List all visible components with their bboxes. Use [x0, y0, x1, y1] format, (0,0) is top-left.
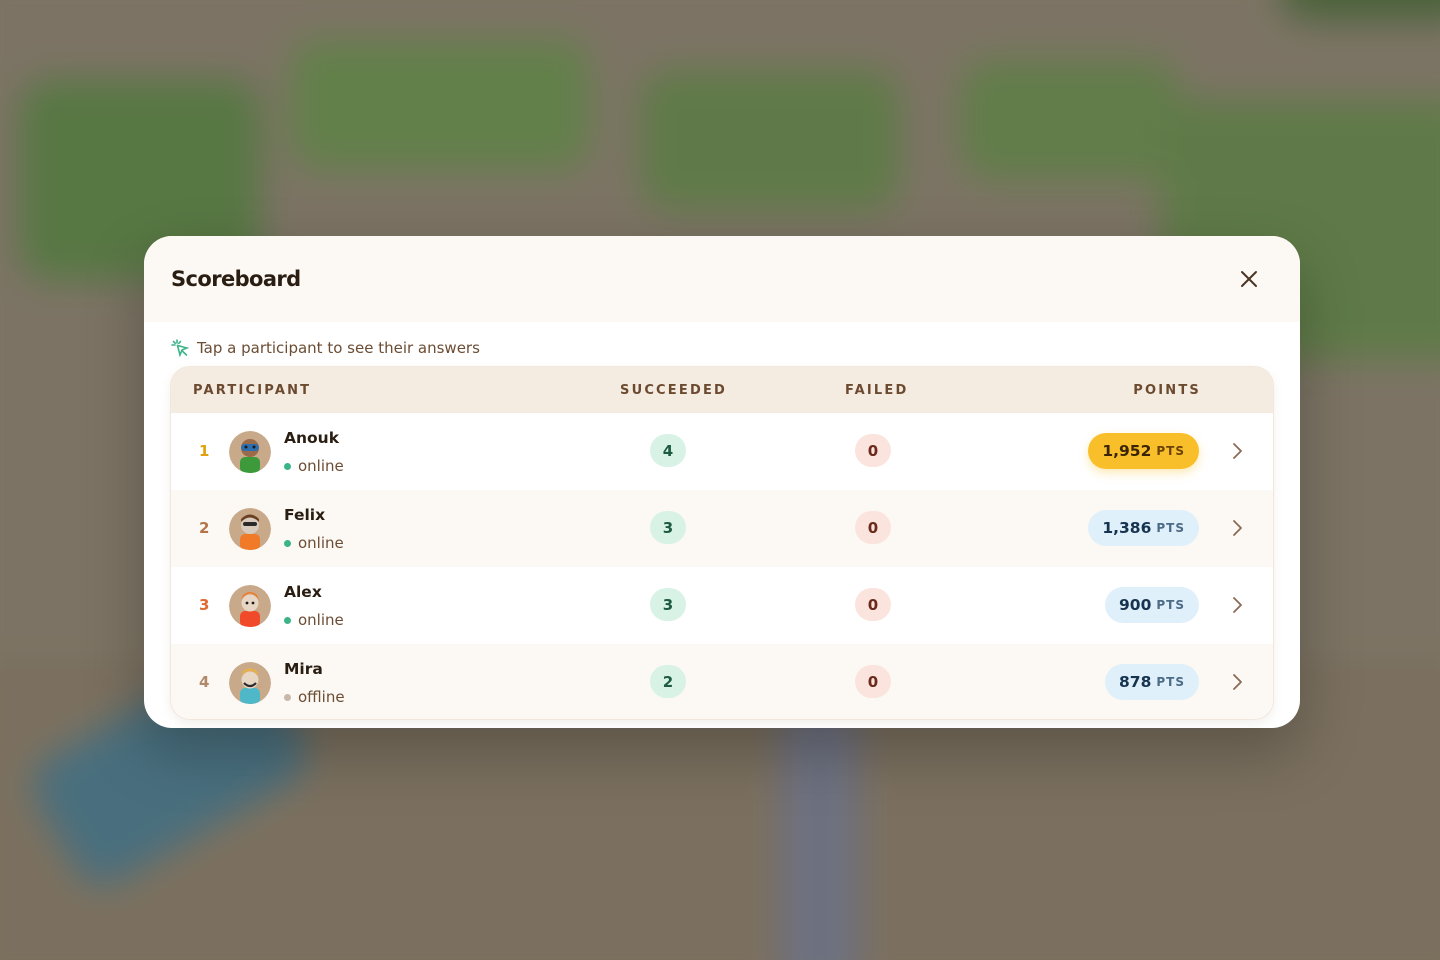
participant-name: Mira	[284, 660, 323, 678]
points-badge: 878 PTS	[1105, 664, 1199, 700]
points-unit: PTS	[1156, 675, 1185, 689]
table-row[interactable]: 2 Felix online 3 0 1,386 PTS	[171, 490, 1273, 567]
status-text: online	[298, 457, 344, 475]
chevron-right-icon[interactable]	[1229, 441, 1245, 461]
sparkle-tap-icon	[171, 339, 189, 357]
table-row[interactable]: 4 Mira offline 2 0 878 PTS	[171, 644, 1273, 719]
modal-title: Scoreboard	[171, 267, 301, 291]
rank-number: 3	[199, 596, 210, 614]
hint-text: Tap a participant to see their answers	[197, 339, 480, 357]
succeeded-count: 3	[650, 588, 686, 621]
failed-count: 0	[855, 511, 891, 544]
succeeded-count: 4	[650, 434, 686, 467]
points-value: 900	[1119, 596, 1152, 614]
online-dot	[284, 462, 291, 470]
chevron-right-icon[interactable]	[1229, 672, 1245, 692]
close-icon	[1241, 271, 1257, 287]
header-succeeded: SUCCEEDED	[620, 383, 728, 398]
failed-count: 0	[855, 588, 891, 621]
offline-dot	[284, 693, 291, 701]
scoreboard-table: PARTICIPANT SUCCEEDED FAILED POINTS 1 An…	[170, 366, 1274, 720]
header-participant: PARTICIPANT	[193, 383, 312, 398]
avatar	[229, 585, 271, 627]
status-text: offline	[298, 688, 345, 706]
avatar	[229, 662, 271, 704]
participant-status: online	[284, 457, 344, 475]
avatar	[229, 431, 271, 473]
points-badge: 900 PTS	[1105, 587, 1199, 623]
failed-count: 0	[855, 434, 891, 467]
points-unit: PTS	[1156, 444, 1185, 458]
points-value: 1,386	[1102, 519, 1152, 537]
participant-status: offline	[284, 688, 345, 706]
table-row[interactable]: 3 Alex online 3 0 900 PTS	[171, 567, 1273, 644]
online-dot	[284, 616, 291, 624]
avatar	[229, 508, 271, 550]
header-failed: FAILED	[845, 383, 909, 398]
succeeded-count: 3	[650, 511, 686, 544]
hint-row: Tap a participant to see their answers	[144, 322, 1300, 364]
scoreboard-modal: Scoreboard Tap a participant to see thei…	[144, 236, 1300, 728]
close-button[interactable]	[1234, 264, 1264, 294]
status-text: online	[298, 611, 344, 629]
table-header: PARTICIPANT SUCCEEDED FAILED POINTS	[171, 367, 1273, 413]
rank-number: 2	[199, 519, 210, 537]
failed-count: 0	[855, 665, 891, 698]
rank-number: 1	[199, 442, 210, 460]
points-value: 1,952	[1102, 442, 1152, 460]
points-unit: PTS	[1156, 521, 1185, 535]
points-badge: 1,386 PTS	[1088, 510, 1199, 546]
points-unit: PTS	[1156, 598, 1185, 612]
rank-number: 4	[199, 673, 210, 691]
points-value: 878	[1119, 673, 1152, 691]
header-points: POINTS	[1133, 383, 1201, 398]
participant-name: Felix	[284, 506, 326, 524]
modal-header: Scoreboard	[144, 236, 1300, 322]
succeeded-count: 2	[650, 665, 686, 698]
chevron-right-icon[interactable]	[1229, 595, 1245, 615]
participant-status: online	[284, 611, 344, 629]
participant-name: Alex	[284, 583, 322, 601]
points-badge: 1,952 PTS	[1088, 433, 1199, 469]
online-dot	[284, 539, 291, 547]
participant-name: Anouk	[284, 429, 340, 447]
chevron-right-icon[interactable]	[1229, 518, 1245, 538]
participant-status: online	[284, 534, 344, 552]
table-row[interactable]: 1 Anouk online 4 0 1,952 PTS	[171, 413, 1273, 490]
status-text: online	[298, 534, 344, 552]
